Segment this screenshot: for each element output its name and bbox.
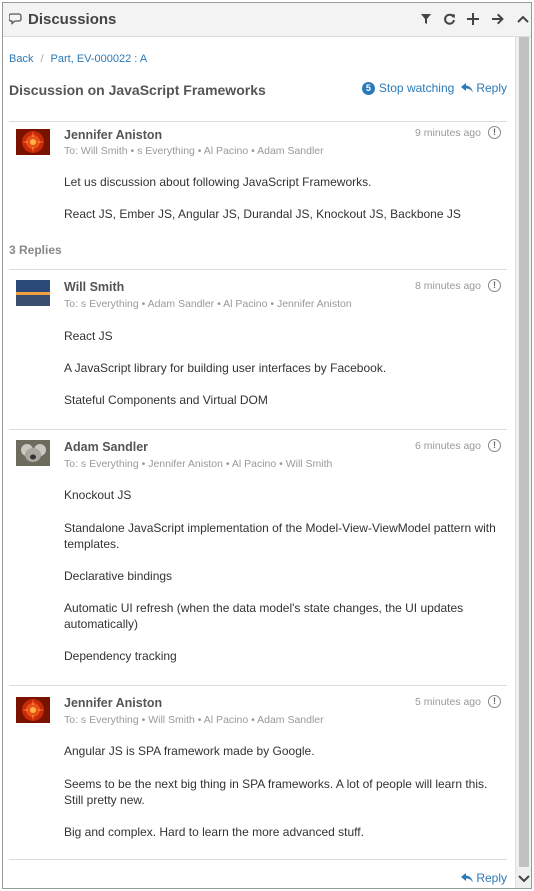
divider bbox=[9, 685, 507, 686]
post-recipients: To: s Everything • Jennifer Aniston • Al… bbox=[64, 458, 333, 470]
report-icon[interactable]: ! bbox=[488, 279, 501, 292]
vertical-scrollbar[interactable] bbox=[515, 37, 531, 888]
avatar bbox=[16, 280, 50, 306]
post-author[interactable]: Will Smith bbox=[64, 280, 124, 294]
discussion-content: Back / Part, EV-000022 : A Discussion on J… bbox=[3, 37, 515, 888]
panel-header: Discussions bbox=[3, 3, 531, 37]
post-paragraph: Stateful Components and Virtual DOM bbox=[64, 393, 268, 407]
filter-icon[interactable] bbox=[418, 11, 434, 27]
post-recipients: To: Will Smith • s Everything • Al Pacin… bbox=[64, 145, 324, 157]
post-time: 6 minutes ago bbox=[415, 440, 481, 452]
reply-icon bbox=[461, 83, 474, 93]
post-recipients: To: s Everything • Adam Sandler • Al Pac… bbox=[64, 298, 352, 310]
post-paragraph: Knockout JS bbox=[64, 488, 132, 502]
post-recipients: To: s Everything • Will Smith • Al Pacin… bbox=[64, 714, 324, 726]
footer-reply-button[interactable]: Reply bbox=[461, 871, 507, 885]
avatar bbox=[16, 440, 50, 466]
report-icon[interactable]: ! bbox=[488, 695, 501, 708]
reply-button[interactable]: Reply bbox=[461, 81, 507, 95]
post-paragraph: Big and complex. Hard to learn the more … bbox=[64, 825, 364, 839]
reply-label: Reply bbox=[476, 871, 507, 885]
panel-title: Discussions bbox=[28, 11, 117, 28]
divider bbox=[9, 859, 507, 860]
reply-icon bbox=[461, 873, 474, 883]
report-icon[interactable]: ! bbox=[488, 439, 501, 452]
divider bbox=[9, 429, 507, 430]
discussion-actions: 5 Stop watching Reply bbox=[361, 81, 507, 95]
post-author[interactable]: Adam Sandler bbox=[64, 440, 148, 454]
scrollbar-thumb[interactable] bbox=[519, 37, 529, 867]
post-paragraph: Dependency tracking bbox=[64, 649, 177, 663]
breadcrumb-separator: / bbox=[40, 53, 44, 65]
post-author[interactable]: Jennifer Aniston bbox=[64, 696, 162, 710]
post-paragraph: React JS bbox=[64, 329, 113, 343]
reply-label: Reply bbox=[476, 81, 507, 95]
breadcrumb-part-link[interactable]: Part, EV-000022 : A bbox=[51, 53, 148, 65]
post-paragraph: Standalone JavaScript implementation of … bbox=[64, 521, 496, 551]
post-paragraph: Declarative bindings bbox=[64, 569, 173, 583]
divider bbox=[9, 121, 507, 122]
avatar bbox=[16, 697, 50, 723]
replies-count: 3 Replies bbox=[9, 243, 62, 257]
chat-icon bbox=[9, 13, 22, 25]
post-time: 9 minutes ago bbox=[415, 127, 481, 139]
stop-watching-link[interactable]: Stop watching bbox=[379, 81, 454, 95]
post-time: 5 minutes ago bbox=[415, 696, 481, 708]
breadcrumb: Back / Part, EV-000022 : A bbox=[9, 53, 147, 65]
post-paragraph: Automatic UI refresh (when the data mode… bbox=[64, 601, 464, 631]
post-time: 8 minutes ago bbox=[415, 280, 481, 292]
watch-count-badge: 5 bbox=[361, 81, 375, 95]
discussions-panel: Discussions Back / Part, EV-000022 : A Dis… bbox=[2, 2, 532, 889]
avatar bbox=[16, 129, 50, 155]
chevron-down-icon[interactable] bbox=[518, 874, 530, 884]
report-icon[interactable]: ! bbox=[488, 126, 501, 139]
chevron-up-icon[interactable] bbox=[515, 11, 531, 27]
post-paragraph: A JavaScript library for building user i… bbox=[64, 361, 387, 375]
post-paragraph: Let us discussion about following JavaSc… bbox=[64, 175, 372, 189]
post-paragraph: Angular JS is SPA framework made by Goog… bbox=[64, 744, 315, 758]
breadcrumb-back-link[interactable]: Back bbox=[9, 53, 33, 65]
divider bbox=[9, 269, 507, 270]
refresh-icon[interactable] bbox=[441, 11, 457, 27]
arrow-right-icon[interactable] bbox=[490, 11, 506, 27]
post-paragraph: React JS, Ember JS, Angular JS, Durandal… bbox=[64, 207, 461, 221]
post-paragraph: Seems to be the next big thing in SPA fr… bbox=[64, 777, 488, 807]
discussion-title: Discussion on JavaScript Frameworks bbox=[9, 82, 266, 98]
post-author[interactable]: Jennifer Aniston bbox=[64, 128, 162, 142]
plus-icon[interactable] bbox=[465, 11, 481, 27]
